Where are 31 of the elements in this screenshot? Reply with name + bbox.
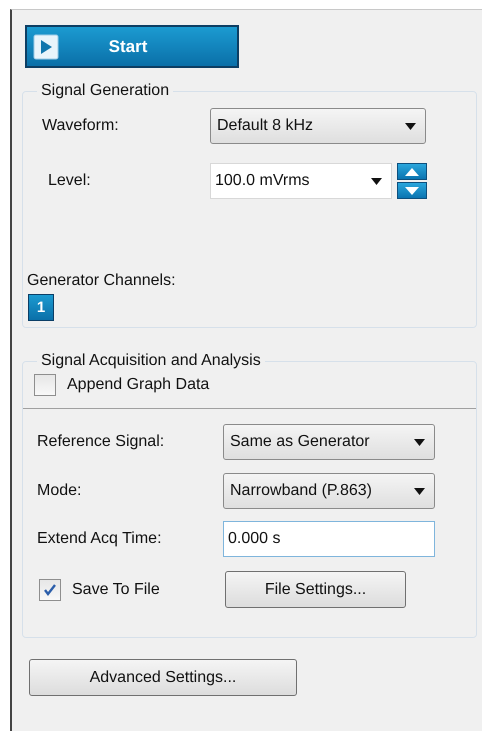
mode-label: Mode: (36, 482, 82, 500)
spin-up-button[interactable] (397, 163, 427, 180)
generator-channels-label: Generator Channels: (27, 272, 177, 290)
mode-dropdown[interactable]: Narrowband (P.863) (223, 473, 435, 509)
caret-icon (414, 488, 425, 494)
level-combo-box[interactable]: 100.0 mVrms (210, 163, 392, 199)
start-button[interactable]: Start (25, 25, 239, 68)
group-title: Signal Generation (40, 82, 170, 100)
caret-icon (371, 178, 382, 184)
reference-signal-label: Reference Signal: (36, 433, 166, 451)
reference-signal-dropdown[interactable]: Same as Generator (223, 424, 435, 460)
check-icon (43, 582, 57, 596)
group-title: Signal Acquisition and Analysis (40, 352, 262, 370)
extend-acq-time-field[interactable]: 0.000 s (223, 521, 435, 557)
play-icon (33, 34, 59, 60)
file-settings-button[interactable]: File Settings... (225, 571, 406, 608)
advanced-settings-button[interactable]: Advanced Settings... (29, 659, 297, 696)
channel-toggle[interactable]: 1 (28, 294, 54, 321)
save-to-file-label: Save To File (72, 580, 160, 598)
save-to-file-checkbox[interactable] (39, 578, 61, 600)
down-arrow-icon (405, 186, 419, 194)
extend-acq-time-label: Extend Acq Time: (36, 530, 163, 548)
waveform-dropdown[interactable]: Default 8 kHz (210, 108, 426, 144)
up-arrow-icon (405, 168, 419, 176)
append-checkbox[interactable] (34, 374, 56, 396)
level-label: Level: (47, 172, 92, 190)
waveform-label: Waveform: (41, 117, 120, 135)
append-label: Append Graph Data (67, 376, 210, 394)
caret-icon (414, 438, 425, 446)
caret-icon (405, 122, 416, 130)
spin-down-button[interactable] (397, 182, 427, 199)
